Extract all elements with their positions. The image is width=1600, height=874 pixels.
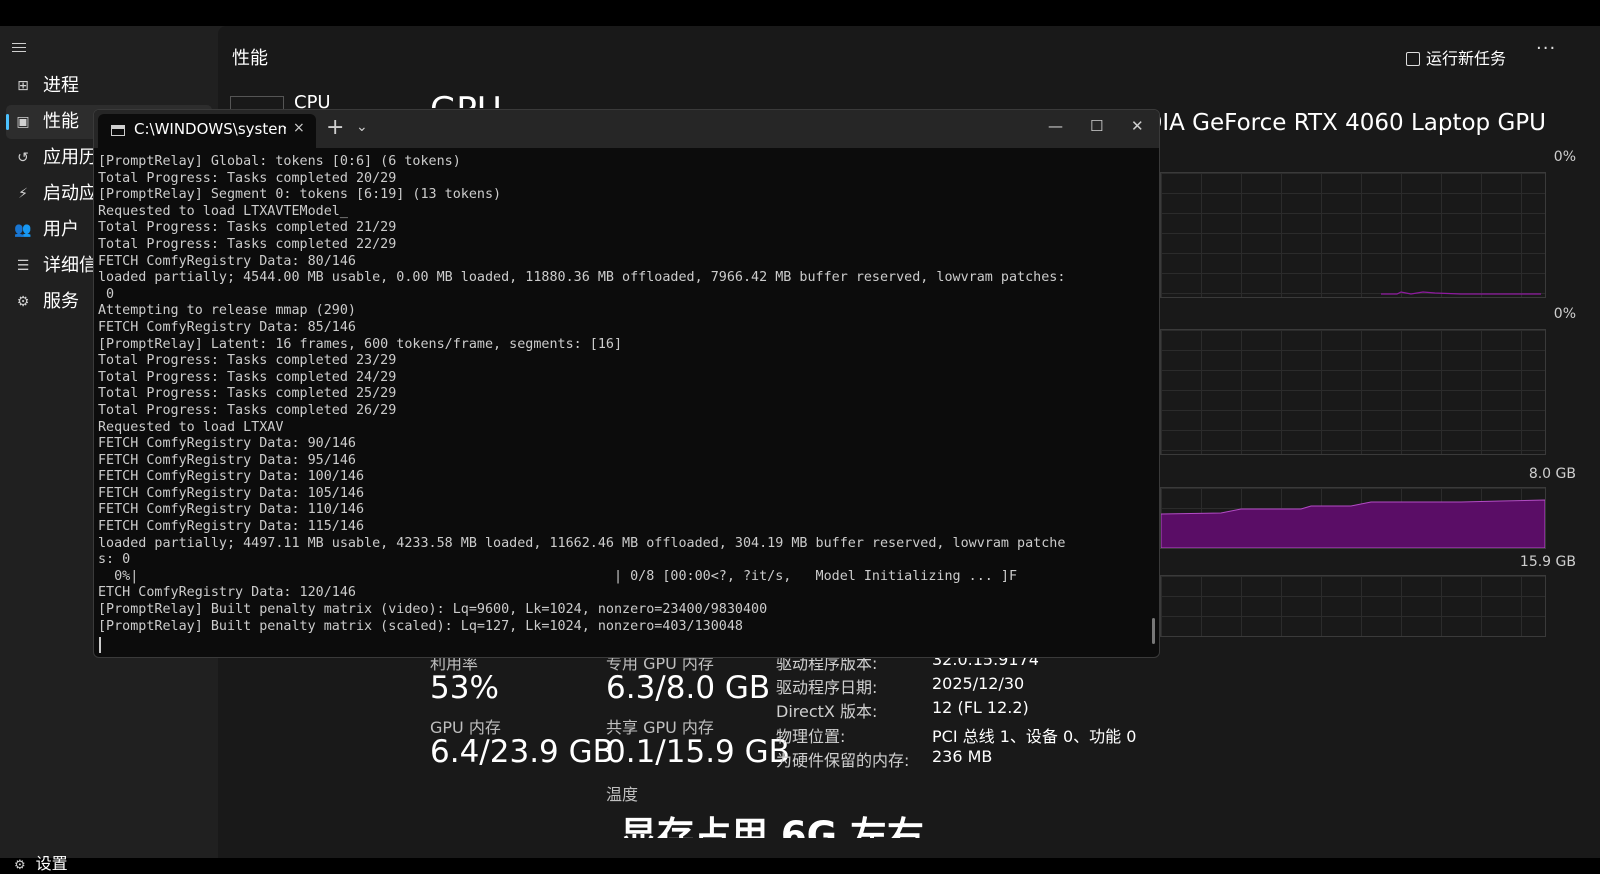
terminal-line: Total Progress: Tasks completed 21/29	[98, 220, 397, 236]
terminal-line: FETCH ComfyRegistry Data: 90/146	[98, 436, 356, 452]
terminal-line: Attempting to release mmap (290)	[98, 303, 356, 319]
hamburger-menu-icon[interactable]	[12, 40, 32, 54]
terminal-line: Total Progress: Tasks completed 20/29	[98, 170, 397, 186]
terminal-line: FETCH ComfyRegistry Data: 85/146	[98, 319, 356, 335]
driver-date-key: 驱动程序日期:	[776, 678, 878, 697]
dedicated-memory-graph	[1160, 487, 1546, 549]
terminal-line: Total Progress: Tasks completed 26/29	[98, 402, 397, 418]
terminal-line: [PromptRelay] Segment 0: tokens [6:19] (…	[98, 187, 502, 203]
gpu-memory-value: 6.4/23.9 GB	[430, 734, 614, 770]
terminal-line: [PromptRelay] Global: tokens [0:6] (6 to…	[98, 154, 461, 169]
sidebar-item-processes[interactable]: ⊞ 进程	[6, 69, 212, 103]
tab-close-icon[interactable]: ×	[293, 120, 305, 136]
users-icon: 👥	[14, 222, 32, 238]
video-caption: 显存占用 6G 左右	[620, 814, 924, 838]
selected-indicator	[6, 114, 9, 130]
terminal-line: loaded partially; 4497.11 MB usable, 423…	[98, 535, 1066, 551]
run-new-task-button[interactable]: 运行新任务	[1406, 45, 1506, 69]
screen-top-bar	[0, 0, 1600, 26]
tab-dropdown-icon[interactable]: ⌄	[356, 119, 368, 135]
terminal-line: s: 0	[98, 552, 131, 568]
sidebar-item-label: 进程	[43, 75, 79, 96]
services-icon: ⚙	[16, 294, 30, 310]
maximize-button[interactable]: ☐	[1090, 117, 1103, 135]
sidebar-item-label: 应用历	[43, 147, 97, 168]
terminal-tab-title: C:\WINDOWS\system32\cmd.exe	[134, 120, 286, 138]
directx-version-value: 12 (FL 12.2)	[932, 698, 1029, 717]
more-options-button[interactable]: ···	[1536, 38, 1556, 59]
run-task-icon	[1406, 52, 1420, 66]
shared-memory-max-label: 15.9 GB	[1519, 554, 1576, 570]
terminal-line: [PromptRelay] Built penalty matrix (vide…	[98, 602, 768, 618]
sidebar-item-label: 用户	[43, 219, 79, 240]
shared-memory-graph	[1160, 575, 1546, 637]
terminal-line: FETCH ComfyRegistry Data: 100/146	[98, 469, 365, 485]
gpu-engine-graph-1	[1160, 172, 1546, 298]
temperature-label: 温度	[606, 785, 639, 804]
sidebar-item-settings[interactable]: ⚙ 设置	[14, 850, 68, 874]
gpu-name: VIDIA GeForce RTX 4060 Laptop GPU	[1122, 110, 1546, 136]
terminal-tab[interactable]: C:\WINDOWS\system32\cmd.exe ×	[98, 114, 316, 148]
terminal-line: Requested to load LTXAV	[98, 419, 284, 435]
terminal-line: Total Progress: Tasks completed 23/29	[98, 353, 397, 369]
graph-1-line	[1381, 291, 1541, 295]
terminal-line: FETCH ComfyRegistry Data: 110/146	[98, 502, 365, 518]
utilization-value: 53%	[430, 670, 499, 706]
gpu-engine-graph-2	[1160, 329, 1546, 455]
terminal-scrollbar[interactable]	[1152, 618, 1155, 644]
terminal-line: loaded partially; 4544.00 MB usable, 0.0…	[98, 270, 1066, 286]
terminal-line: Requested to load LTXAVTEModel_	[98, 203, 348, 219]
gpu-heading: GPU	[430, 88, 502, 108]
sidebar-item-label: 详细信	[43, 255, 97, 276]
settings-icon: ⚙	[14, 858, 26, 873]
directx-version-key: DirectX 版本:	[776, 702, 878, 721]
terminal-output[interactable]: [PromptRelay] Global: tokens [0:6] (6 to…	[98, 154, 1148, 635]
terminal-title-bar[interactable]: C:\WINDOWS\system32\cmd.exe × + ⌄ — ☐ ✕	[94, 110, 1159, 148]
close-button[interactable]: ✕	[1131, 117, 1144, 135]
new-tab-button[interactable]: +	[326, 115, 344, 140]
dedicated-memory-value: 6.3/8.0 GB	[606, 670, 771, 706]
performance-icon: ▣	[16, 114, 30, 130]
page-title: 性能	[232, 48, 268, 69]
terminal-line: Total Progress: Tasks completed 25/29	[98, 386, 397, 402]
minimize-button[interactable]: —	[1048, 117, 1063, 135]
terminal-line: FETCH ComfyRegistry Data: 115/146	[98, 519, 365, 535]
terminal-line: Total Progress: Tasks completed 24/29	[98, 369, 397, 385]
driver-date-value: 2025/12/30	[932, 674, 1025, 693]
startup-apps-icon: ⚡	[18, 186, 28, 202]
terminal-window[interactable]: C:\WINDOWS\system32\cmd.exe × + ⌄ — ☐ ✕ …	[93, 109, 1160, 658]
terminal-line: FETCH ComfyRegistry Data: 95/146	[98, 452, 356, 468]
terminal-line: FETCH ComfyRegistry Data: 105/146	[98, 485, 365, 501]
graph-1-max-label: 0%	[1553, 149, 1576, 165]
shared-memory-value: 0.1/15.9 GB	[606, 734, 790, 770]
physical-location-key: 物理位置:	[776, 727, 846, 746]
terminal-cursor	[99, 637, 101, 653]
cmd-icon	[111, 125, 125, 136]
sidebar-item-label: 启动应	[43, 183, 97, 204]
run-task-label: 运行新任务	[1426, 49, 1507, 68]
app-history-icon: ↺	[17, 150, 29, 166]
terminal-line: FETCH ComfyRegistry Data: 80/146	[98, 253, 356, 269]
dedicated-memory-fill	[1161, 499, 1545, 548]
terminal-line: ETCH ComfyRegistry Data: 120/146	[98, 585, 356, 601]
reserved-memory-value: 236 MB	[932, 747, 993, 766]
sidebar-item-label: 性能	[43, 111, 79, 132]
terminal-line: [PromptRelay] Latent: 16 frames, 600 tok…	[98, 336, 623, 352]
details-icon: ☰	[16, 258, 30, 274]
graph-2-max-label: 0%	[1553, 306, 1576, 322]
processes-icon: ⊞	[17, 78, 29, 94]
terminal-line: 0	[98, 286, 115, 302]
terminal-line: [PromptRelay] Built penalty matrix (scal…	[98, 618, 743, 634]
terminal-line: Total Progress: Tasks completed 22/29	[98, 236, 397, 252]
settings-label: 设置	[35, 854, 68, 873]
sidebar-item-label: 服务	[43, 291, 79, 312]
terminal-line: 0%| | 0/8 [00:00<?, ?it/s, Model Initial…	[98, 568, 1018, 584]
reserved-memory-key: 为硬件保留的内存:	[776, 751, 910, 770]
physical-location-value: PCI 总线 1、设备 0、功能 0	[932, 727, 1137, 746]
dedicated-memory-max-label: 8.0 GB	[1528, 466, 1576, 482]
